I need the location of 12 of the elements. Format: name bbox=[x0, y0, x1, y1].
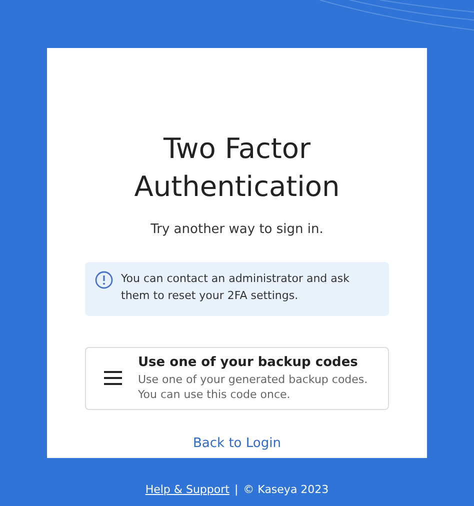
info-icon bbox=[95, 270, 113, 288]
separator: | bbox=[234, 482, 238, 498]
help-support-link[interactable]: Help & Support bbox=[145, 482, 230, 498]
backup-codes-option[interactable]: Use one of your backup codes Use one of your generated backup codes. You can use this code once. bbox=[85, 346, 389, 410]
subtitle: Try another way to sign in. bbox=[150, 221, 324, 239]
back-to-login-link[interactable]: Back to Login bbox=[193, 434, 281, 453]
option-title: Use one of your backup codes bbox=[138, 354, 359, 372]
page-title: Two Factor Authentication bbox=[133, 131, 341, 205]
copyright-text: © Kaseya 2023 bbox=[243, 482, 329, 498]
info-text: You can contact an administrator and ask them to reset your 2FA settings. bbox=[121, 270, 351, 304]
menu-icon bbox=[104, 371, 122, 385]
option-description: Use one of your generated backup codes. You can use this code once. bbox=[138, 372, 369, 402]
